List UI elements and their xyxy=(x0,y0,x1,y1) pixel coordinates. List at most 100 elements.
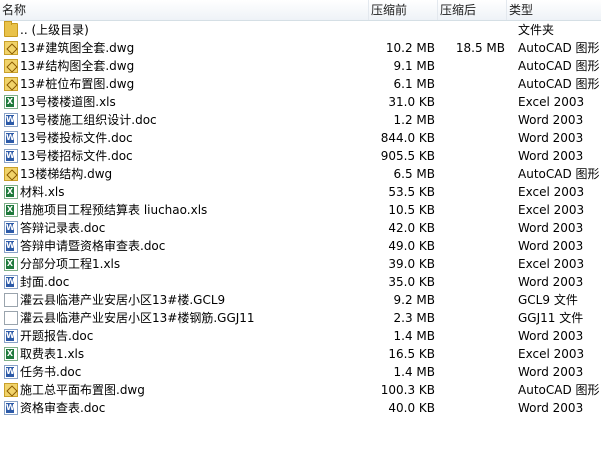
file-row[interactable]: 开题报告.doc 1.4 MB Word 2003 xyxy=(0,327,601,345)
file-name: 答辩申请暨资格审查表.doc xyxy=(20,239,166,253)
column-header-type[interactable]: 类型 xyxy=(507,0,601,20)
file-row[interactable]: 13楼梯结构.dwg 6.5 MB AutoCAD 图形 xyxy=(0,165,601,183)
file-type: AutoCAD 图形 xyxy=(518,41,600,55)
dwg-icon xyxy=(4,41,18,55)
xls-icon xyxy=(4,95,18,109)
file-type: Word 2003 xyxy=(518,149,584,163)
file-name: 13号楼施工组织设计.doc xyxy=(20,113,157,127)
file-row[interactable]: 13号楼楼道图.xls 31.0 KB Excel 2003 xyxy=(0,93,601,111)
file-name: 分部分项工程1.xls xyxy=(20,257,121,271)
file-row[interactable]: 任务书.doc 1.4 MB Word 2003 xyxy=(0,363,601,381)
file-row[interactable]: 13号楼投标文件.doc 844.0 KB Word 2003 xyxy=(0,129,601,147)
file-row[interactable]: 13#建筑图全套.dwg 10.2 MB 18.5 MB AutoCAD 图形 xyxy=(0,39,601,57)
file-name: 资格审查表.doc xyxy=(20,401,106,415)
column-header: 名称 压缩前 压缩后 类型 xyxy=(0,0,601,21)
file-name: 措施项目工程预结算表 liuchao.xls xyxy=(20,203,208,217)
file-type: Excel 2003 xyxy=(518,257,585,271)
file-name: 13#结构图全套.dwg xyxy=(20,59,135,73)
file-type: Excel 2003 xyxy=(518,347,585,361)
file-name: 施工总平面布置图.dwg xyxy=(20,383,145,397)
file-compressed-size: 31.0 KB xyxy=(388,95,435,109)
file-type: Word 2003 xyxy=(518,329,584,343)
file-row[interactable]: .. (上级目录) 文件夹 xyxy=(0,21,601,39)
dwg-icon xyxy=(4,383,18,397)
doc-icon xyxy=(4,365,18,379)
file-name: 13号楼投标文件.doc xyxy=(20,131,133,145)
file-type: GCL9 文件 xyxy=(518,293,578,307)
file-compressed-size: 2.3 MB xyxy=(393,311,435,325)
file-compressed-size: 49.0 KB xyxy=(388,239,435,253)
doc-icon xyxy=(4,275,18,289)
file-type: GGJ11 文件 xyxy=(518,311,584,325)
doc-icon xyxy=(4,149,18,163)
doc-icon xyxy=(4,401,18,415)
file-row[interactable]: 13号楼招标文件.doc 905.5 KB Word 2003 xyxy=(0,147,601,165)
file-row[interactable]: 分部分项工程1.xls 39.0 KB Excel 2003 xyxy=(0,255,601,273)
file-type: Word 2003 xyxy=(518,275,584,289)
file-compressed-size: 10.2 MB xyxy=(385,41,435,55)
doc-icon xyxy=(4,239,18,253)
file-compressed-size: 53.5 KB xyxy=(388,185,435,199)
file-row[interactable]: 材料.xls 53.5 KB Excel 2003 xyxy=(0,183,601,201)
file-icon xyxy=(4,311,18,325)
file-compressed-size: 844.0 KB xyxy=(380,131,435,145)
file-compressed-size: 9.2 MB xyxy=(393,293,435,307)
file-name: 13#建筑图全套.dwg xyxy=(20,41,135,55)
column-header-size[interactable]: 压缩后 xyxy=(438,0,507,20)
file-name: 灌云县临港产业安居小区13#楼钢筋.GGJ11 xyxy=(20,311,255,325)
file-row[interactable]: 措施项目工程预结算表 liuchao.xls 10.5 KB Excel 2003 xyxy=(0,201,601,219)
file-type: Word 2003 xyxy=(518,401,584,415)
file-compressed-size: 35.0 KB xyxy=(388,275,435,289)
file-compressed-size: 1.4 MB xyxy=(393,329,435,343)
file-compressed-size: 1.2 MB xyxy=(393,113,435,127)
file-row[interactable]: 13号楼施工组织设计.doc 1.2 MB Word 2003 xyxy=(0,111,601,129)
file-name: 材料.xls xyxy=(20,185,65,199)
file-row[interactable]: 取费表1.xls 16.5 KB Excel 2003 xyxy=(0,345,601,363)
file-name: 取费表1.xls xyxy=(20,347,85,361)
file-type: Word 2003 xyxy=(518,221,584,235)
file-compressed-size: 40.0 KB xyxy=(388,401,435,415)
file-name: 封面.doc xyxy=(20,275,70,289)
file-name: 13号楼招标文件.doc xyxy=(20,149,133,163)
column-header-compressed-size[interactable]: 压缩前 xyxy=(369,0,438,20)
file-row[interactable]: 灌云县临港产业安居小区13#楼钢筋.GGJ11 2.3 MB GGJ11 文件 xyxy=(0,309,601,327)
file-row[interactable]: 灌云县临港产业安居小区13#楼.GCL9 9.2 MB GCL9 文件 xyxy=(0,291,601,309)
file-row[interactable]: 13#桩位布置图.dwg 6.1 MB AutoCAD 图形 xyxy=(0,75,601,93)
file-type: AutoCAD 图形 xyxy=(518,383,600,397)
column-header-name[interactable]: 名称 xyxy=(0,0,369,20)
file-row[interactable]: 13#结构图全套.dwg 9.1 MB AutoCAD 图形 xyxy=(0,57,601,75)
file-type: Excel 2003 xyxy=(518,95,585,109)
file-type: Excel 2003 xyxy=(518,185,585,199)
file-compressed-size: 1.4 MB xyxy=(393,365,435,379)
file-size: 18.5 MB xyxy=(455,41,505,55)
file-compressed-size: 42.0 KB xyxy=(388,221,435,235)
doc-icon xyxy=(4,113,18,127)
file-row[interactable]: 答辩记录表.doc 42.0 KB Word 2003 xyxy=(0,219,601,237)
xls-icon xyxy=(4,257,18,271)
file-name: 13楼梯结构.dwg xyxy=(20,167,113,181)
file-name: 灌云县临港产业安居小区13#楼.GCL9 xyxy=(20,293,226,307)
xls-icon xyxy=(4,347,18,361)
dwg-icon xyxy=(4,77,18,91)
file-name: 任务书.doc xyxy=(20,365,82,379)
file-compressed-size: 39.0 KB xyxy=(388,257,435,271)
dwg-icon xyxy=(4,59,18,73)
file-type: Excel 2003 xyxy=(518,203,585,217)
doc-icon xyxy=(4,221,18,235)
file-type: 文件夹 xyxy=(518,23,555,37)
dwg-icon xyxy=(4,167,18,181)
file-type: AutoCAD 图形 xyxy=(518,59,600,73)
file-type: AutoCAD 图形 xyxy=(518,77,600,91)
file-compressed-size: 9.1 MB xyxy=(393,59,435,73)
file-row[interactable]: 资格审查表.doc 40.0 KB Word 2003 xyxy=(0,399,601,417)
file-row[interactable]: 答辩申请暨资格审查表.doc 49.0 KB Word 2003 xyxy=(0,237,601,255)
doc-icon xyxy=(4,131,18,145)
doc-icon xyxy=(4,329,18,343)
file-name: 开题报告.doc xyxy=(20,329,94,343)
file-compressed-size: 16.5 KB xyxy=(388,347,435,361)
file-compressed-size: 100.3 KB xyxy=(380,383,435,397)
file-row[interactable]: 封面.doc 35.0 KB Word 2003 xyxy=(0,273,601,291)
file-row[interactable]: 施工总平面布置图.dwg 100.3 KB AutoCAD 图形 xyxy=(0,381,601,399)
file-type: Word 2003 xyxy=(518,365,584,379)
file-compressed-size: 6.5 MB xyxy=(393,167,435,181)
